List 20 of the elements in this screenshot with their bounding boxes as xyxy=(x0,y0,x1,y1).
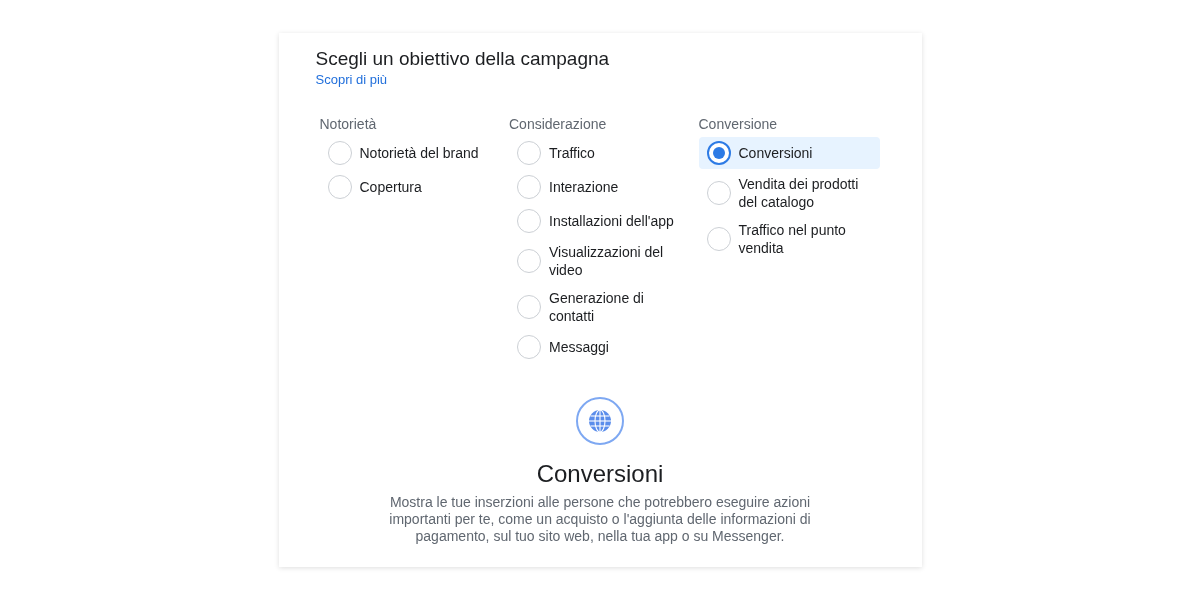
objective-option[interactable]: Installazioni dell'app xyxy=(509,205,690,237)
objective-option[interactable]: Copertura xyxy=(319,171,501,203)
learn-more-link[interactable]: Scopri di più xyxy=(315,71,388,89)
category-heading: Considerazione xyxy=(509,115,607,133)
objective-option[interactable]: Traffico nel punto vendita xyxy=(698,217,880,261)
objective-option[interactable]: Vendita dei prodotti del catalogo xyxy=(698,171,880,215)
globe-icon xyxy=(576,397,624,445)
page-title: Scegli un obiettivo della campagna xyxy=(315,47,610,71)
objective-option[interactable]: Traffico xyxy=(509,137,690,169)
objective-option[interactable]: Generazione di contatti xyxy=(509,285,690,329)
objective-option[interactable]: Messaggi xyxy=(509,331,690,363)
category-heading: Conversione xyxy=(698,115,778,133)
objective-option[interactable]: Conversioni xyxy=(698,137,880,169)
objective-option[interactable]: Visualizzazioni del video xyxy=(509,239,690,283)
objective-option[interactable]: Notorietà del brand xyxy=(319,137,501,169)
category-heading: Notorietà xyxy=(319,115,377,133)
objective-title: Conversioni xyxy=(536,459,664,489)
objective-description: Mostra le tue inserzioni alle persone che potrebbero eseguire azioni importanti per te, come un acquisto o l'aggiunta delle informazioni di pagamento, sul tuo sito web, nella tua app o su Messenger. xyxy=(388,494,812,545)
objective-option[interactable]: Interazione xyxy=(509,171,690,203)
radio-button[interactable] xyxy=(706,141,731,165)
